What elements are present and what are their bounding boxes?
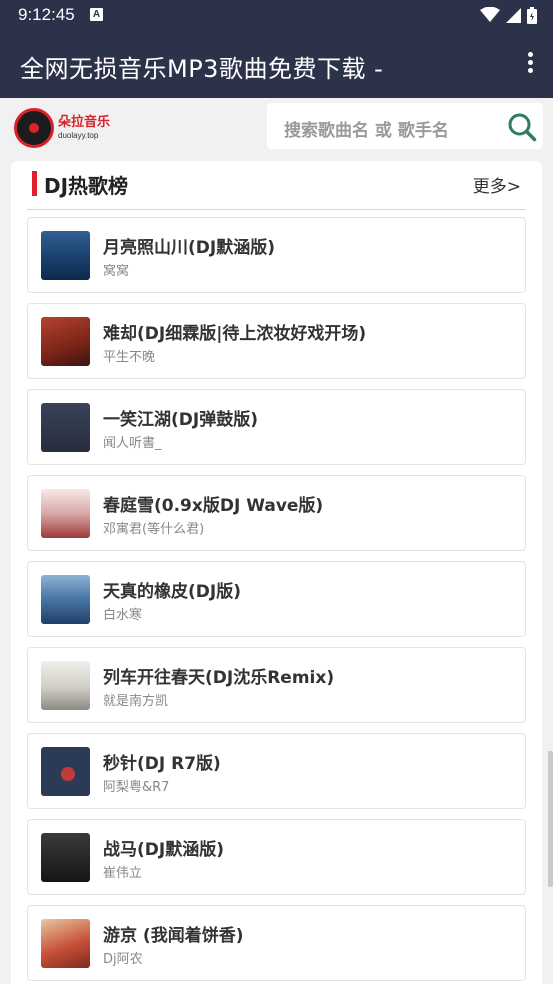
song-title: 秒针(DJ R7版): [103, 754, 221, 774]
search-icon[interactable]: [507, 112, 537, 142]
status-bar: 9:12:45 A: [0, 0, 553, 30]
song-artist: 闻人听書_: [103, 436, 162, 451]
section-title: DJ热歌榜: [44, 174, 129, 198]
search-placeholder: 搜索歌曲名 或 歌手名: [284, 121, 449, 141]
album-cover: [41, 919, 90, 968]
album-cover: [41, 833, 90, 882]
header-row: 朵拉音乐 duolayy.top 搜索歌曲名 或 歌手名: [0, 98, 553, 156]
song-item[interactable]: 春庭雪(0.9x版DJ Wave版) 邓寓君(等什么君): [27, 475, 526, 551]
song-artist: 白水寒: [103, 608, 143, 623]
section-marker: [32, 171, 37, 196]
signal-icon: [506, 7, 521, 23]
more-link[interactable]: 更多>: [473, 172, 521, 197]
song-artist: 邓寓君(等什么君): [103, 522, 205, 537]
song-item[interactable]: 秒针(DJ R7版) 阿梨粤&R7: [27, 733, 526, 809]
app-title: 全网无损音乐MP3歌曲免费下载 -: [20, 55, 384, 83]
vinyl-disc-icon: [14, 108, 54, 148]
song-artist: 窝窝: [103, 264, 130, 279]
wifi-icon: [480, 7, 500, 22]
logo-text: 朵拉音乐: [58, 115, 111, 130]
dj-chart-card: DJ热歌榜 更多> 月亮照山川(DJ默涵版) 窝窝 难却(DJ细霖版|待上浓妆好…: [11, 161, 542, 984]
song-item[interactable]: 列车开往春天(DJ沈乐Remix) 就是南方凯: [27, 647, 526, 723]
album-cover: [41, 489, 90, 538]
song-title: 战马(DJ默涵版): [103, 840, 224, 860]
notification-icon: A: [90, 8, 103, 21]
song-item[interactable]: 游京 (我闻着饼香) Dj阿农: [27, 905, 526, 981]
divider: [27, 209, 526, 210]
album-cover: [41, 317, 90, 366]
song-artist: 平生不晚: [103, 350, 156, 365]
song-title: 游京 (我闻着饼香): [103, 926, 244, 946]
song-item[interactable]: 战马(DJ默涵版) 崔伟立: [27, 819, 526, 895]
site-logo[interactable]: 朵拉音乐 duolayy.top: [14, 106, 114, 148]
album-cover: [41, 403, 90, 452]
song-title: 难却(DJ细霖版|待上浓妆好戏开场): [103, 324, 367, 344]
album-cover: [41, 575, 90, 624]
song-artist: 阿梨粤&R7: [103, 780, 170, 795]
song-item[interactable]: 一笑江湖(DJ弹鼓版) 闻人听書_: [27, 389, 526, 465]
status-icons: [480, 6, 537, 24]
battery-icon: [527, 6, 537, 24]
song-artist: Dj阿农: [103, 952, 143, 967]
search-input[interactable]: 搜索歌曲名 或 歌手名: [267, 103, 543, 149]
album-cover: [41, 661, 90, 710]
album-cover: [41, 747, 90, 796]
song-item[interactable]: 天真的橡皮(DJ版) 白水寒: [27, 561, 526, 637]
song-title: 列车开往春天(DJ沈乐Remix): [103, 668, 335, 688]
status-time: 9:12:45: [18, 5, 75, 24]
song-item[interactable]: 月亮照山川(DJ默涵版) 窝窝: [27, 217, 526, 293]
song-title: 月亮照山川(DJ默涵版): [103, 238, 275, 258]
app-bar: 全网无损音乐MP3歌曲免费下载 -: [0, 30, 553, 98]
song-title: 一笑江湖(DJ弹鼓版): [103, 410, 258, 430]
song-title: 天真的橡皮(DJ版): [103, 582, 241, 602]
song-artist: 崔伟立: [103, 866, 143, 881]
song-artist: 就是南方凯: [103, 694, 169, 709]
logo-subtext: duolayy.top: [58, 131, 99, 140]
song-item[interactable]: 难却(DJ细霖版|待上浓妆好戏开场) 平生不晚: [27, 303, 526, 379]
song-title: 春庭雪(0.9x版DJ Wave版): [103, 496, 324, 516]
scrollbar[interactable]: [548, 751, 553, 887]
overflow-menu-icon[interactable]: [525, 52, 535, 78]
album-cover: [41, 231, 90, 280]
